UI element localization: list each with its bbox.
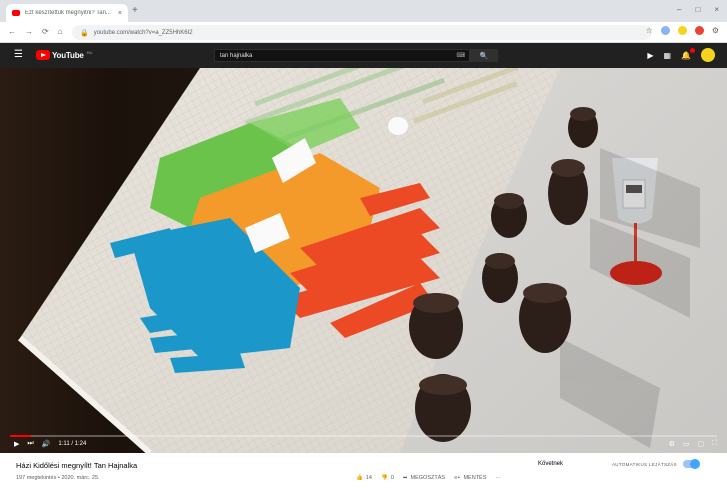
like-button[interactable]: 👍 14 — [356, 475, 372, 481]
theater-mode-icon[interactable]: ▢ — [697, 440, 704, 448]
save-button[interactable]: ≡+ MENTÉS — [454, 475, 486, 481]
share-button[interactable]: ➦ MEGOSZTÁS — [403, 475, 445, 481]
back-arrow-icon[interactable]: ← — [8, 27, 16, 36]
logo-text: YouTube — [52, 50, 84, 60]
video-info: Házi Kidőlési megnyílt! Tan Hajnalka 197… — [0, 453, 727, 494]
nav-buttons: ← → ⟳ ⌂ — [8, 27, 63, 36]
header-actions: ▶ ▦ 🔔 — [647, 47, 715, 62]
extension-red-icon[interactable] — [694, 26, 704, 35]
next-icon[interactable]: ⏭ — [27, 440, 33, 448]
hamburger-menu-icon[interactable]: ☰ — [14, 50, 23, 60]
search-button[interactable]: 🔍 — [470, 49, 498, 62]
more-actions-button[interactable]: ··· — [495, 475, 501, 481]
browser-tab-strip: Ezt készítettük megnyitni? Tan... × + – … — [0, 0, 727, 22]
video-actions: 👍 14 👎 0 ➦ MEGOSZTÁS ≡+ MENTÉS ··· — [356, 475, 501, 481]
video-meta: 197 megtekintés • 2020. márc. 25. — [16, 475, 100, 481]
logo-country: HU — [86, 50, 93, 55]
miniplayer-icon[interactable]: ▭ — [683, 440, 690, 448]
tab-title: Ezt készítettük megnyitni? Tan... — [25, 10, 111, 16]
youtube-favicon-icon — [12, 10, 20, 16]
autoplay-control: AUTOMATIKUS LEJÁTSZÁS — [612, 459, 700, 469]
notification-badge — [690, 47, 695, 53]
fullscreen-icon[interactable]: ⛶ — [712, 440, 717, 448]
home-icon[interactable]: ⌂ — [58, 27, 63, 36]
bookmark-star-icon[interactable]: ☆ — [646, 26, 653, 35]
dislike-button[interactable]: 👎 0 — [381, 475, 394, 481]
create-video-icon[interactable]: ▶ — [647, 51, 653, 60]
time-display: 1:11 / 1:24 — [58, 441, 87, 447]
player-controls-left: ▶ ⏭ 🔊 1:11 / 1:24 — [14, 440, 86, 448]
new-tab-button[interactable]: + — [132, 6, 138, 16]
video-frame-image — [0, 68, 727, 453]
lock-icon: 🔒 — [80, 29, 89, 37]
forward-arrow-icon[interactable]: → — [25, 27, 33, 36]
video-title: Házi Kidőlési megnyílt! Tan Hajnalka — [16, 461, 138, 470]
url-text: youtube.com/watch?v=a_ZZ5HhK6I2 — [93, 29, 193, 36]
window-controls: – □ × — [677, 5, 719, 14]
settings-gear-icon[interactable]: ⚙ — [669, 440, 675, 448]
browser-toolbar: ← → ⟳ ⌂ 🔒 youtube.com/watch?v=a_ZZ5HhK6I… — [0, 22, 727, 43]
search-query: tan hajnalka — [220, 52, 253, 59]
search-icon: 🔍 — [479, 52, 489, 60]
play-icon[interactable]: ▶ — [14, 440, 19, 448]
extension-blue-icon[interactable] — [660, 26, 670, 35]
apps-grid-icon[interactable]: ▦ — [663, 51, 671, 60]
share-label: MEGOSZTÁS — [410, 475, 446, 481]
thumbs-down-icon: 👎 — [380, 475, 388, 481]
player-controls-right: ⚙ ▭ ▢ ⛶ — [669, 440, 717, 448]
close-window-button[interactable]: × — [714, 5, 719, 14]
dislike-count: 0 — [390, 475, 394, 481]
video-player[interactable] — [0, 68, 727, 453]
save-label: MENTÉS — [463, 475, 487, 481]
tab-close-icon[interactable]: × — [118, 10, 122, 17]
avatar[interactable] — [701, 48, 715, 62]
youtube-masthead: ☰ YouTube HU tan hajnalka ⌨ 🔍 ▶ ▦ 🔔 — [0, 43, 727, 68]
youtube-play-logo-icon — [36, 50, 50, 60]
reload-icon[interactable]: ⟳ — [42, 27, 49, 36]
minimize-button[interactable]: – — [677, 5, 681, 14]
extension-icons: ☆ ⚙ — [646, 26, 719, 35]
progress-fill — [10, 435, 32, 437]
autoplay-label: AUTOMATIKUS LEJÁTSZÁS — [612, 461, 677, 467]
progress-bar[interactable] — [10, 435, 717, 437]
like-count: 14 — [365, 475, 372, 481]
search-input[interactable]: tan hajnalka ⌨ — [214, 49, 470, 62]
browser-tab[interactable]: Ezt készítettük megnyitni? Tan... × — [6, 4, 128, 22]
share-icon: ➦ — [402, 475, 408, 481]
volume-icon[interactable]: 🔊 — [42, 440, 51, 448]
autoplay-toggle[interactable] — [682, 459, 700, 469]
extension-yellow-icon[interactable] — [677, 26, 687, 35]
thumbs-up-icon: 👍 — [356, 475, 363, 481]
maximize-button[interactable]: □ — [695, 5, 700, 14]
settings-menu-icon[interactable]: ⚙ — [712, 26, 719, 35]
youtube-logo[interactable]: YouTube HU — [36, 50, 92, 60]
notifications-icon[interactable]: 🔔 — [681, 47, 695, 60]
playlist-add-icon: ≡+ — [454, 475, 461, 481]
address-bar[interactable]: 🔒 youtube.com/watch?v=a_ZZ5HhK6I2 — [72, 25, 652, 40]
subscribe-button[interactable]: Követnek — [538, 461, 563, 467]
keyboard-icon[interactable]: ⌨ — [456, 52, 465, 59]
